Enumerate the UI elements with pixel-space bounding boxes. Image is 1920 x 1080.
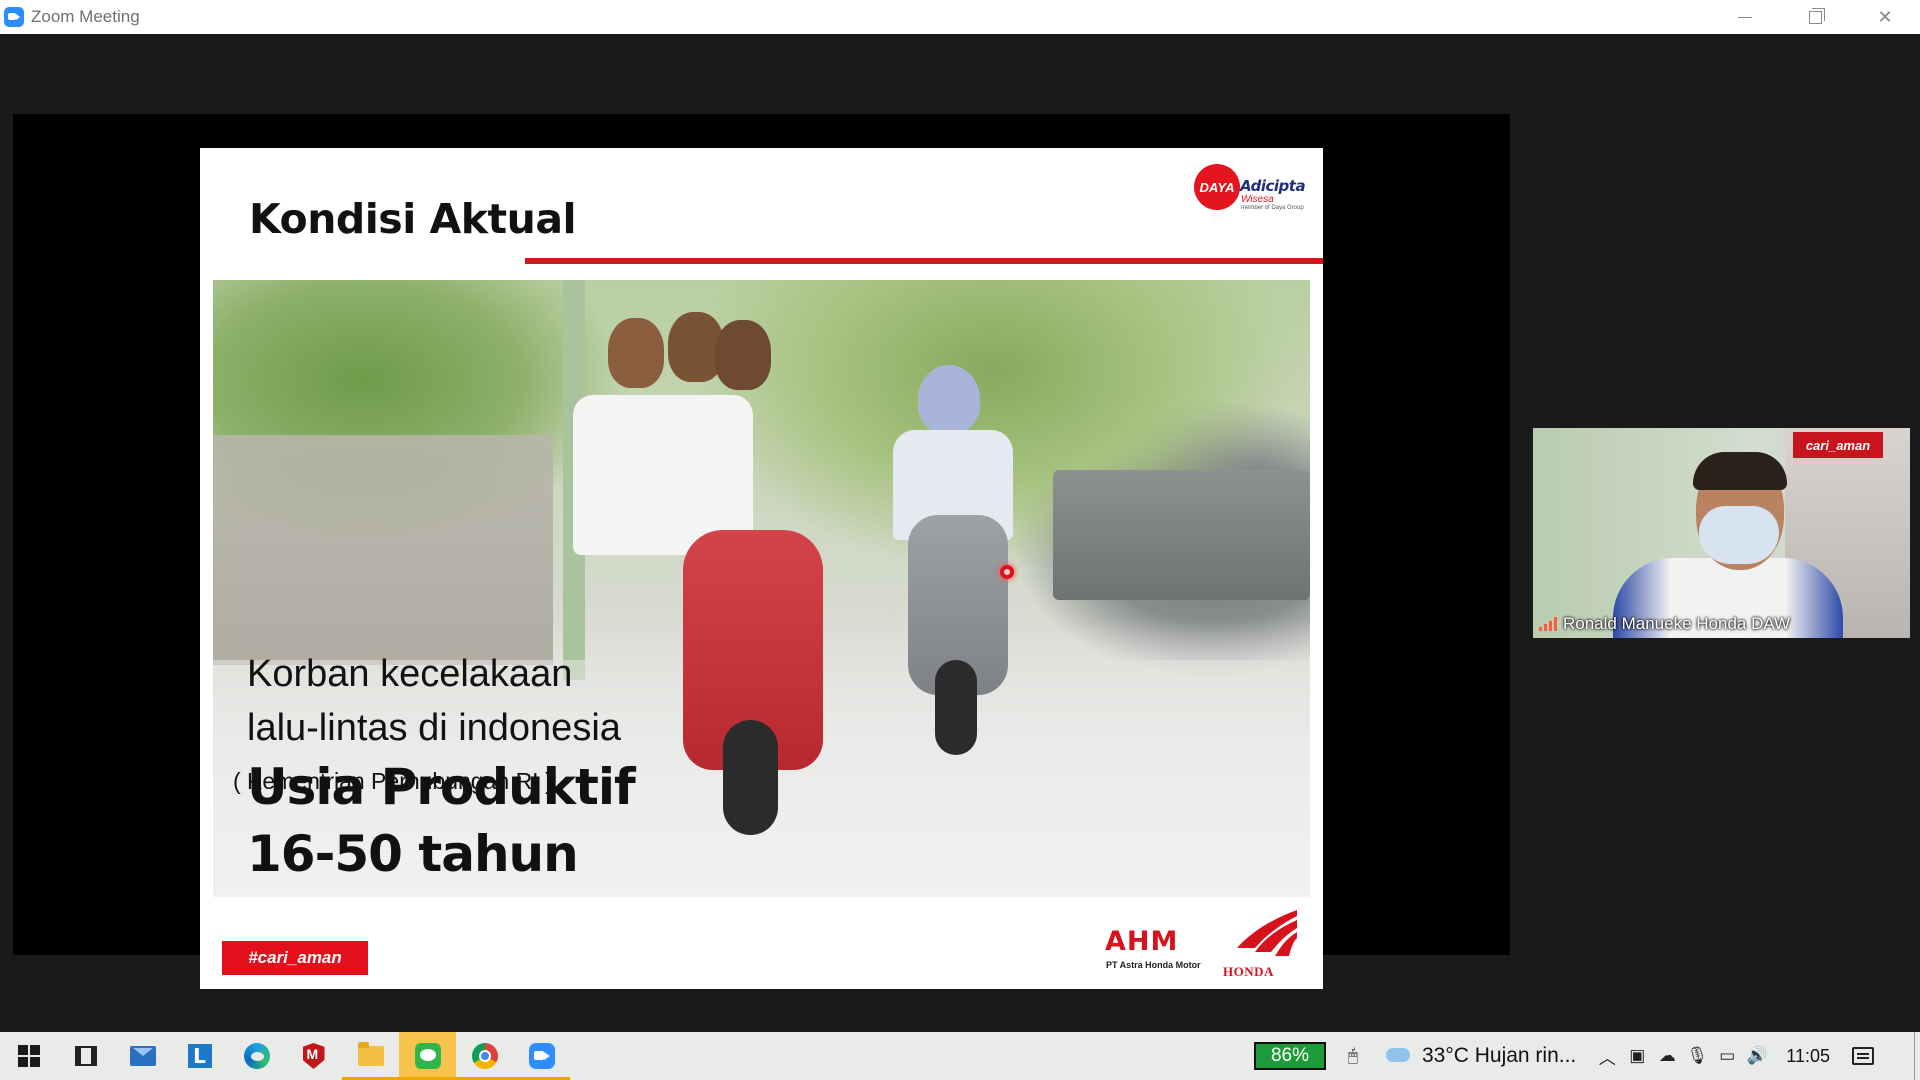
slide-caption-line1: Korban kecelakaan [247, 653, 573, 695]
slide-photo-motorcycle-riders: Korban kecelakaan lalu-lintas di indones… [213, 280, 1310, 897]
daya-circle-mark: DAYA [1194, 164, 1240, 210]
system-tray: 86% 🖱 33°C Hujan rin... ︿ ▣ ☁ 🎙 ▭ 🔊 11:0… [1253, 1032, 1920, 1080]
participant-hair [1693, 452, 1787, 490]
windows-start-icon [17, 1045, 40, 1067]
slide-caption-line2: lalu-lintas di indonesia [247, 707, 621, 749]
daya-logo-word: Adicipta [1240, 177, 1306, 195]
restore-icon [1808, 7, 1825, 24]
participant-name: Ronald Manueke Honda DAW [1563, 614, 1791, 633]
file-explorer-button[interactable] [342, 1032, 399, 1080]
slide-caption-bold2: 16-50 tahun [247, 825, 579, 883]
window-title: Zoom Meeting [31, 7, 140, 26]
poster-tag: cari_aman [1793, 432, 1883, 458]
l-app-button[interactable]: L [171, 1032, 228, 1080]
participant-face-mask [1699, 506, 1779, 564]
slide-title: Kondisi Aktual [249, 195, 577, 243]
mcafee-button[interactable] [285, 1032, 342, 1080]
shared-slide: Kondisi Aktual DAYA Adicipta Wisesa memb… [200, 148, 1323, 989]
folder-icon [357, 1042, 384, 1066]
l-app-icon: L [187, 1044, 212, 1068]
edge-icon [243, 1043, 270, 1069]
minimize-button[interactable] [1710, 0, 1780, 34]
close-icon: ✕ [1877, 6, 1893, 27]
photo-rider-head [608, 318, 664, 388]
meeting-area: Kondisi Aktual DAYA Adicipta Wisesa memb… [0, 34, 1920, 1032]
mail-button[interactable] [114, 1032, 171, 1080]
close-button[interactable]: ✕ [1850, 0, 1920, 34]
weather-text: 33°C Hujan rin... [1421, 1044, 1577, 1067]
edge-button[interactable] [228, 1032, 285, 1080]
network-signal-icon [1539, 617, 1557, 631]
line-icon [414, 1043, 441, 1069]
cari-aman-badge: #cari_aman [222, 941, 368, 975]
mouse-icon[interactable]: 🖱 [1338, 1032, 1368, 1080]
weather-button[interactable]: 33°C Hujan rin... [1382, 1032, 1592, 1080]
slide-caption-source: ( Kementrian Perhubungan RI ) [233, 768, 553, 794]
clock[interactable]: 11:05 [1786, 1046, 1830, 1067]
onedrive-error-icon[interactable]: ☁ [1652, 1032, 1682, 1080]
task-view-button[interactable] [57, 1032, 114, 1080]
microphone-icon[interactable]: 🎙 [1682, 1032, 1712, 1080]
zoom-button[interactable] [513, 1032, 570, 1080]
participant-name-bar: Ronald Manueke Honda DAW [1533, 610, 1910, 638]
chrome-icon [471, 1043, 498, 1069]
window-controls: ✕ [1710, 0, 1920, 34]
show-desktop-button[interactable] [1914, 1032, 1920, 1080]
daya-logo-tagline: member of Daya Group [1241, 205, 1304, 211]
volume-icon[interactable]: 🔊 [1742, 1032, 1772, 1080]
ahm-logo-text: AHM [1105, 926, 1179, 957]
participant-video-tile[interactable]: cari_aman Ronald Manueke Honda DAW [1533, 428, 1910, 638]
title-bar: Zoom Meeting ✕ [0, 0, 1920, 34]
title-underline [525, 258, 1323, 264]
show-hidden-icons-chevron-icon[interactable]: ︿ [1592, 1032, 1622, 1080]
battery-percent-indicator[interactable]: 86% [1253, 1042, 1326, 1070]
windows-taskbar: L 86% 🖱 33°C Hujan rin... ︿ ▣ ☁ 🎙 ▭ 🔊 11… [0, 1032, 1920, 1080]
photo-rider-head [715, 320, 771, 390]
restore-button[interactable] [1780, 0, 1850, 34]
daya-adicipta-logo: DAYA Adicipta Wisesa member of Daya Grou… [1194, 163, 1306, 215]
task-view-icon [74, 1046, 97, 1066]
photo-helmet [918, 365, 980, 433]
ahm-logo-sub: PT Astra Honda Motor [1106, 960, 1201, 970]
ahm-honda-logo: AHM PT Astra Honda Motor HONDA [1105, 908, 1297, 980]
photo-truck [1053, 470, 1310, 600]
photo-wheel [935, 660, 977, 755]
minimize-icon [1738, 16, 1752, 18]
zoom-app-icon [4, 7, 24, 27]
zoom-icon [528, 1043, 555, 1069]
mcafee-icon [302, 1043, 325, 1069]
battery-icon[interactable]: ▭ [1712, 1032, 1742, 1080]
weather-rain-icon [1382, 1046, 1414, 1066]
honda-logo-word: HONDA [1223, 964, 1274, 979]
start-button[interactable] [0, 1032, 57, 1080]
mail-icon [129, 1046, 156, 1066]
photo-wheel [723, 720, 778, 835]
notification-center-icon[interactable] [1852, 1047, 1874, 1065]
honda-wing-icon [1237, 910, 1297, 956]
photo-wall [213, 435, 553, 665]
chrome-button[interactable] [456, 1032, 513, 1080]
meet-now-icon[interactable]: ▣ [1622, 1032, 1652, 1080]
laser-pointer-icon [1000, 565, 1014, 579]
daya-logo-sub: Wisesa [1241, 194, 1274, 205]
line-button[interactable] [399, 1032, 456, 1080]
